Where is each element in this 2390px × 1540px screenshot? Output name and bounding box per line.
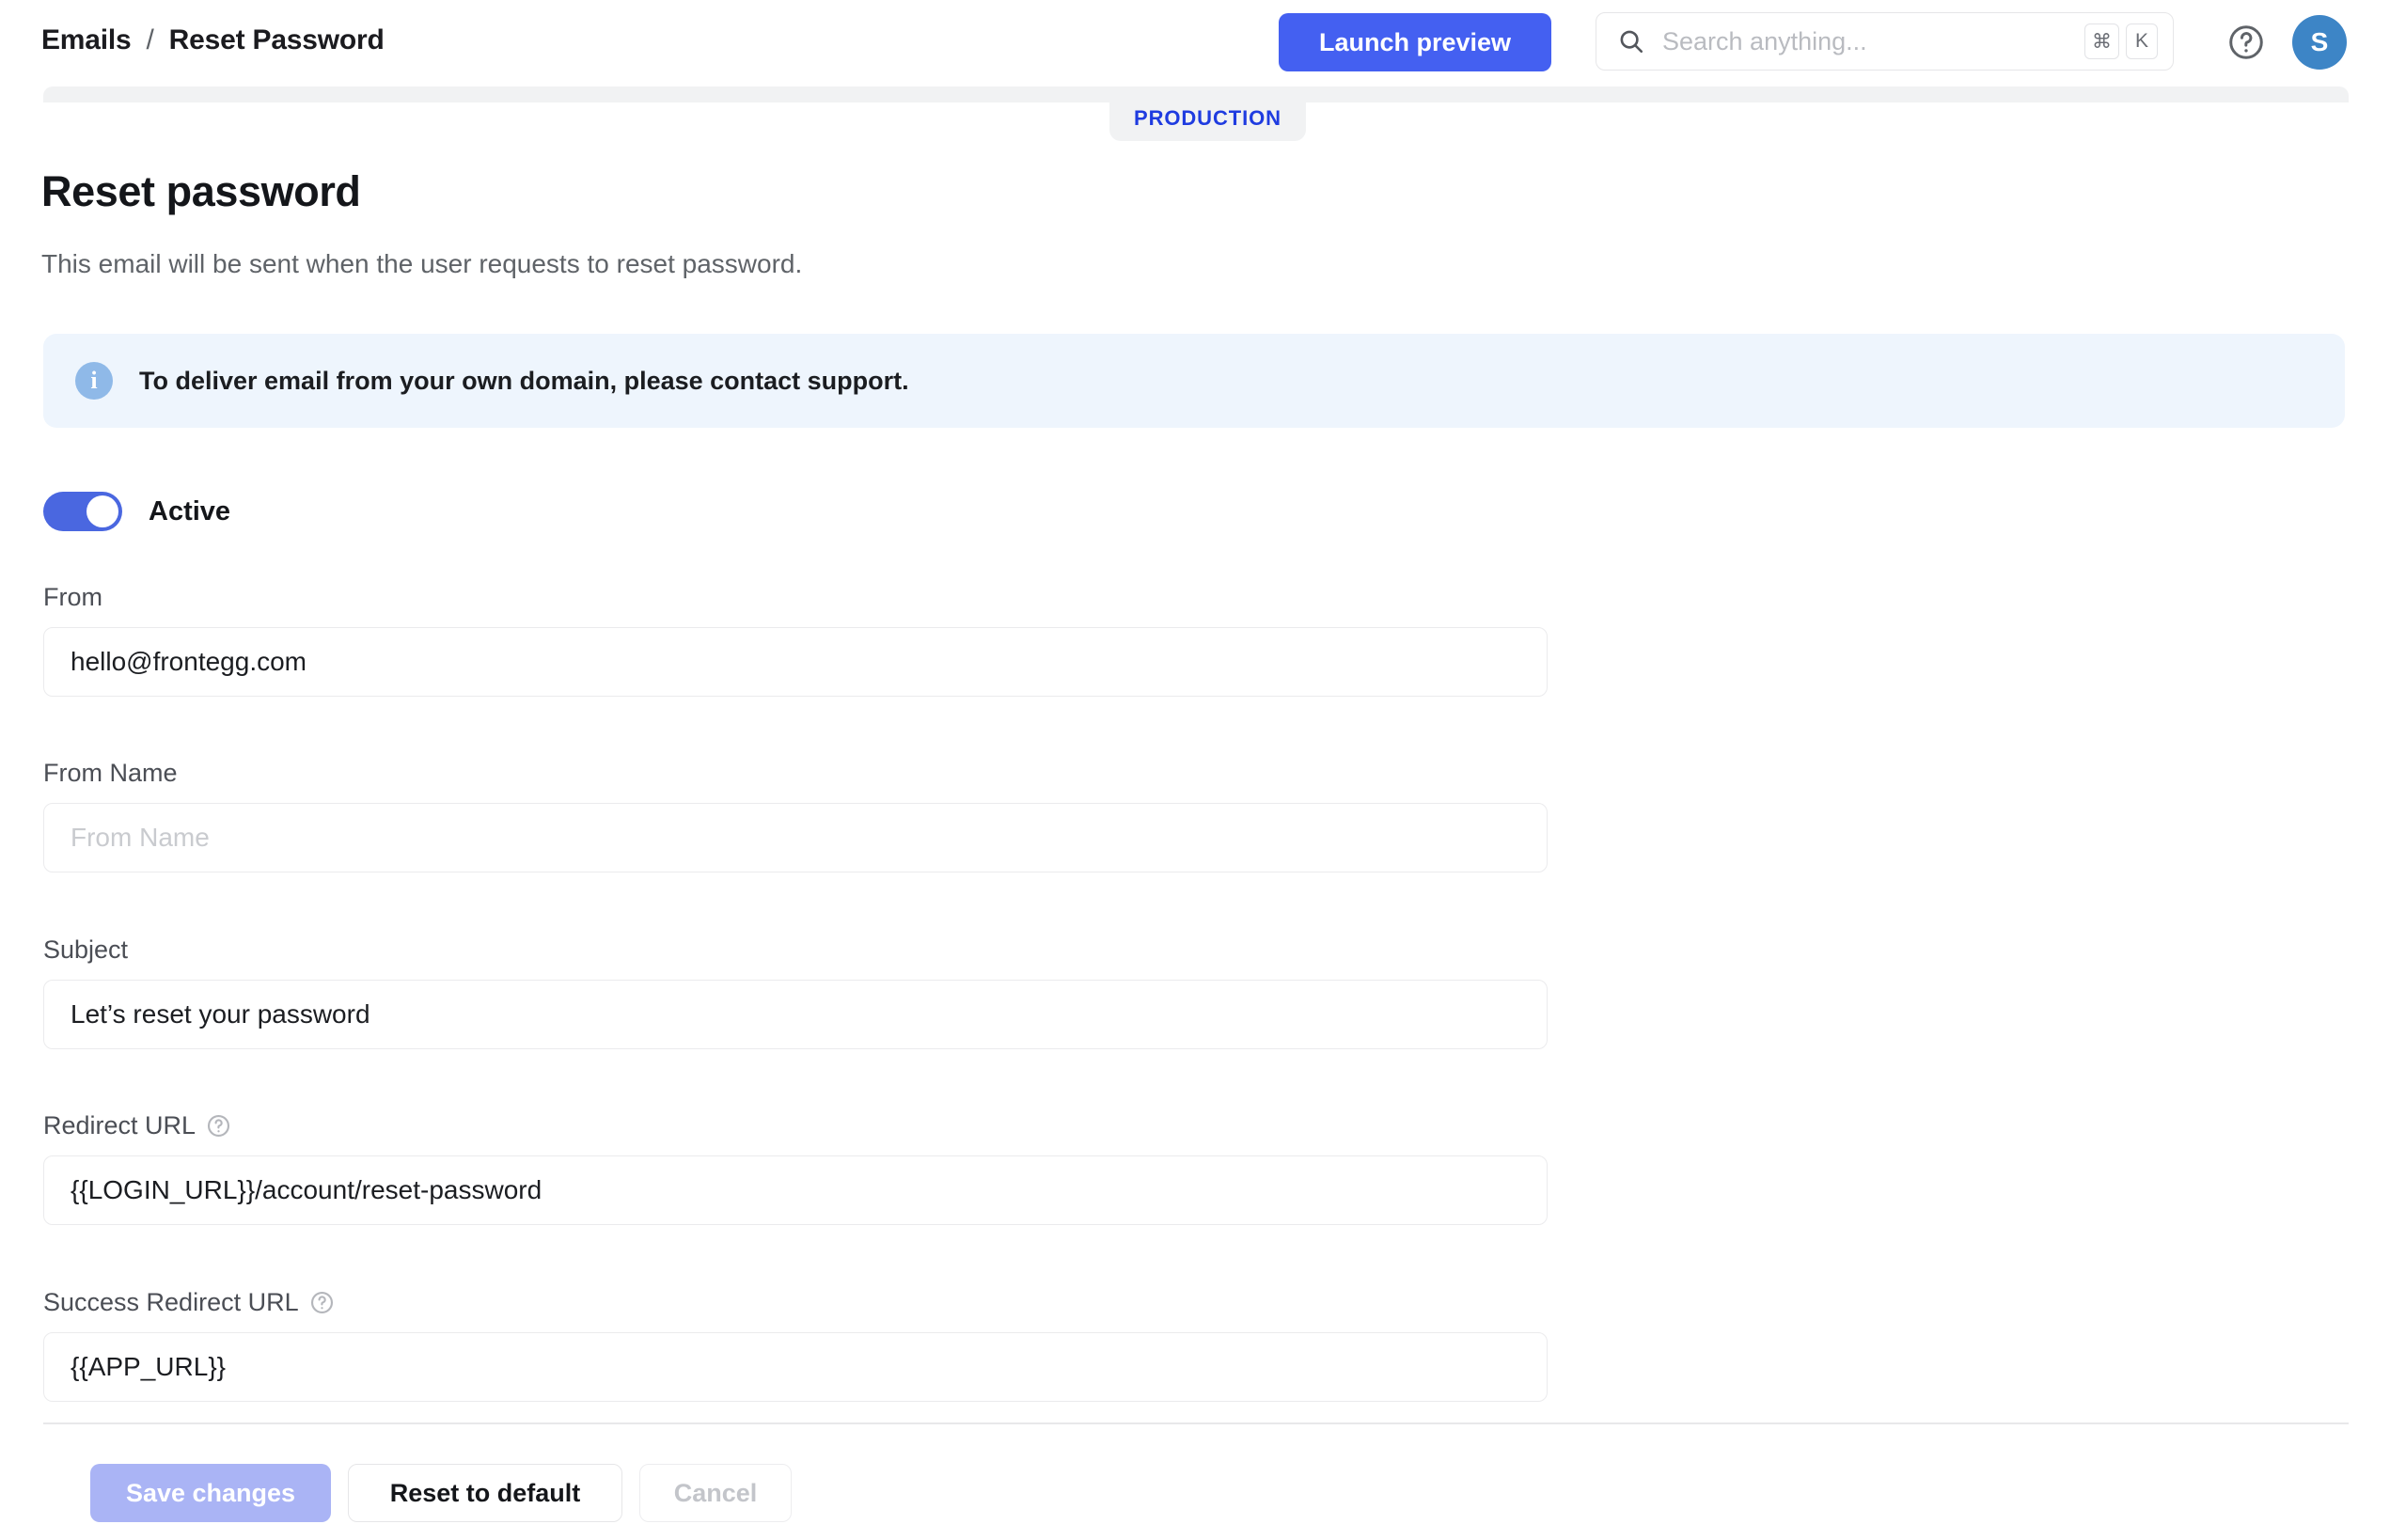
breadcrumb-parent[interactable]: Emails — [41, 24, 132, 56]
save-changes-button[interactable]: Save changes — [90, 1464, 331, 1522]
help-circle-icon[interactable] — [2226, 23, 2266, 62]
redirect-url-input[interactable] — [43, 1155, 1548, 1225]
redirect-url-help-icon[interactable] — [206, 1113, 231, 1139]
footer-actions: Save changes Reset to default Cancel — [90, 1464, 792, 1522]
cancel-label: Cancel — [674, 1479, 758, 1508]
field-subject: Subject — [43, 935, 1548, 1049]
success-redirect-url-help-icon[interactable] — [309, 1290, 335, 1315]
toggle-knob — [86, 495, 118, 527]
environment-badge: PRODUCTION — [1109, 98, 1306, 141]
top-bar: Emails / Reset Password Launch preview ⌘… — [0, 0, 2390, 88]
search-icon — [1617, 27, 1645, 55]
search-shortcut-badges: ⌘ K — [2084, 24, 2158, 59]
avatar-initial: S — [2311, 27, 2329, 57]
breadcrumb: Emails / Reset Password — [41, 24, 385, 56]
field-label-text: Redirect URL — [43, 1111, 196, 1140]
page-subtitle: This email will be sent when the user re… — [41, 249, 802, 279]
launch-preview-button[interactable]: Launch preview — [1279, 13, 1551, 71]
success-redirect-url-input[interactable] — [43, 1332, 1548, 1402]
field-subject-label: Subject — [43, 935, 1548, 965]
search-input[interactable] — [1645, 26, 2084, 57]
search-box[interactable]: ⌘ K — [1596, 12, 2174, 71]
field-from-name-label: From Name — [43, 759, 1548, 788]
shortcut-modifier-key: ⌘ — [2084, 24, 2119, 59]
field-label-text: Subject — [43, 935, 128, 965]
field-from-name: From Name — [43, 759, 1548, 872]
page-title: Reset password — [41, 167, 361, 216]
field-from-label: From — [43, 583, 1548, 612]
field-label-text: From — [43, 583, 102, 612]
field-label-text: Success Redirect URL — [43, 1288, 299, 1317]
field-success-redirect-url-label: Success Redirect URL — [43, 1288, 1548, 1317]
save-changes-label: Save changes — [126, 1479, 295, 1508]
info-banner: i To deliver email from your own domain,… — [43, 334, 2345, 428]
field-from: From — [43, 583, 1548, 697]
subject-input[interactable] — [43, 980, 1548, 1049]
active-toggle[interactable] — [43, 492, 122, 531]
shortcut-letter-key: K — [2126, 24, 2158, 59]
active-toggle-row: Active — [43, 492, 230, 531]
active-toggle-label: Active — [149, 496, 230, 527]
avatar[interactable]: S — [2292, 15, 2347, 70]
field-redirect-url: Redirect URL — [43, 1111, 1548, 1225]
field-redirect-url-label: Redirect URL — [43, 1111, 1548, 1140]
cancel-button[interactable]: Cancel — [639, 1464, 792, 1522]
field-label-text: From Name — [43, 759, 178, 788]
footer-divider — [43, 1422, 2349, 1424]
breadcrumb-separator: / — [147, 24, 154, 56]
from-input[interactable] — [43, 627, 1548, 697]
launch-preview-label: Launch preview — [1319, 28, 1511, 57]
from-name-input[interactable] — [43, 803, 1548, 872]
reset-to-default-button[interactable]: Reset to default — [348, 1464, 622, 1522]
field-success-redirect-url: Success Redirect URL — [43, 1288, 1548, 1402]
info-banner-text: To deliver email from your own domain, p… — [139, 367, 909, 396]
reset-to-default-label: Reset to default — [390, 1479, 581, 1508]
breadcrumb-current: Reset Password — [169, 24, 385, 56]
info-icon: i — [75, 362, 113, 400]
